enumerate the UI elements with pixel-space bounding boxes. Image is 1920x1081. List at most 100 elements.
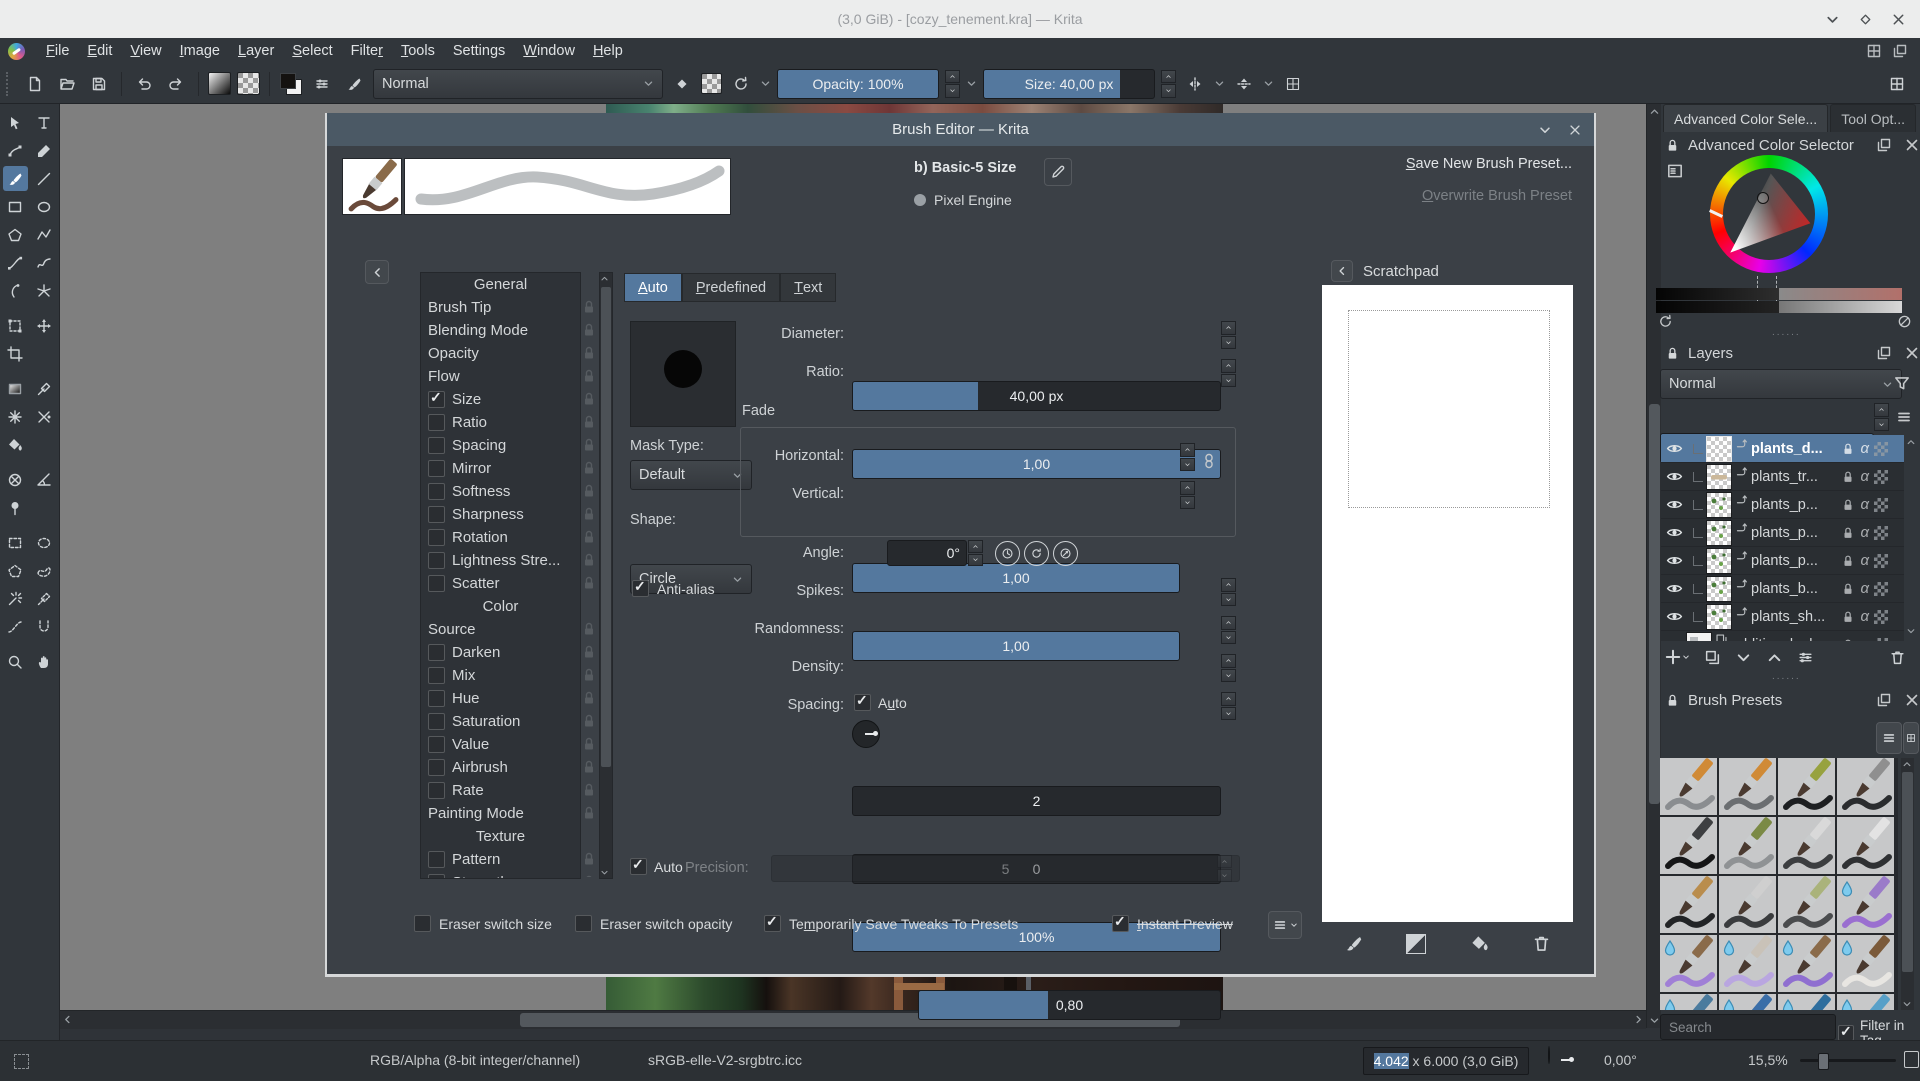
option-checkbox[interactable] bbox=[428, 851, 445, 868]
option-spacing[interactable]: Spacing bbox=[421, 434, 580, 457]
brush-preset-cell[interactable] bbox=[1719, 817, 1776, 874]
shade-strip-1[interactable] bbox=[1656, 288, 1902, 300]
brush-preset-cell[interactable] bbox=[1778, 935, 1835, 992]
option-mirror[interactable]: Mirror bbox=[421, 457, 580, 480]
filter-in-tag-checkbox[interactable] bbox=[1838, 1023, 1854, 1041]
layer-visibility-icon[interactable] bbox=[1666, 636, 1683, 641]
option-general[interactable]: General bbox=[421, 273, 580, 448]
acs-settings-icon[interactable] bbox=[1666, 162, 1684, 180]
option-checkbox[interactable] bbox=[428, 874, 445, 878]
layer-lock-icon[interactable] bbox=[1841, 582, 1855, 596]
minimize-icon[interactable] bbox=[1825, 12, 1840, 27]
horizontal-fade-slider[interactable]: 1,00 bbox=[852, 563, 1180, 593]
option-darken[interactable]: Darken bbox=[421, 641, 580, 664]
freehand-brush-tool[interactable] bbox=[2, 166, 28, 191]
reload-preset-button[interactable] bbox=[728, 71, 754, 97]
layer-row[interactable]: plants_sh... α bbox=[1661, 603, 1904, 631]
assistants-tool[interactable] bbox=[3, 467, 28, 492]
eraser-switch-size-row[interactable]: Eraser switch size bbox=[414, 915, 552, 932]
layer-lock-icon[interactable] bbox=[1841, 442, 1855, 456]
layer-alpha-icon[interactable]: α bbox=[1860, 552, 1869, 569]
layer-lock-icon[interactable] bbox=[1841, 526, 1855, 540]
hide-dockers-icon[interactable] bbox=[1866, 43, 1882, 59]
layer-alpha-channel-icon[interactable] bbox=[1874, 497, 1888, 512]
option-sharpness[interactable]: Sharpness bbox=[421, 503, 580, 526]
tab-predefined[interactable]: Predefined bbox=[681, 273, 781, 302]
undo-button[interactable] bbox=[131, 71, 157, 97]
instant-preview-checkbox[interactable] bbox=[1112, 913, 1129, 932]
layer-lock-icon[interactable] bbox=[1841, 638, 1855, 642]
brush-preset-cell[interactable] bbox=[1660, 994, 1717, 1010]
menu-window[interactable]: Window bbox=[514, 40, 584, 62]
float-docker-icon[interactable] bbox=[1876, 345, 1892, 361]
option-hue[interactable]: Hue bbox=[421, 687, 580, 710]
vertical-fade-slider[interactable]: 1,00 bbox=[852, 631, 1180, 661]
calligraphy-tool[interactable] bbox=[32, 138, 57, 163]
collapse-panel-button[interactable] bbox=[365, 260, 389, 284]
menu-edit[interactable]: Edit bbox=[78, 40, 121, 62]
save-button[interactable] bbox=[86, 71, 112, 97]
line-tool[interactable] bbox=[32, 166, 57, 191]
menu-filter[interactable]: Filter bbox=[342, 40, 392, 62]
size-spinner[interactable] bbox=[1161, 69, 1176, 98]
close-dialog-icon[interactable] bbox=[1568, 123, 1582, 137]
layer-lock-icon[interactable] bbox=[1841, 498, 1855, 512]
layer-alpha-channel-icon[interactable] bbox=[1874, 469, 1888, 484]
layer-filter-funnel-icon[interactable] bbox=[1893, 374, 1911, 392]
pattern-chooser[interactable] bbox=[237, 72, 260, 95]
menu-settings[interactable]: Settings bbox=[444, 40, 514, 62]
option-checkbox[interactable] bbox=[428, 713, 445, 730]
zoom-slider[interactable] bbox=[1800, 1053, 1896, 1070]
horizontal-spinner[interactable] bbox=[1180, 443, 1195, 471]
polyline-tool[interactable] bbox=[32, 222, 57, 247]
rectangle-tool[interactable] bbox=[3, 194, 28, 219]
colorize-mask-tool[interactable] bbox=[32, 404, 57, 429]
brush-preset-cell[interactable] bbox=[1837, 994, 1894, 1010]
menu-layer[interactable]: Layer bbox=[229, 40, 283, 62]
maximize-icon[interactable] bbox=[1858, 12, 1873, 27]
option-size[interactable]: Size bbox=[421, 388, 580, 411]
move-layer-up-button[interactable] bbox=[1766, 649, 1783, 666]
option-scatter[interactable]: Scatter bbox=[421, 572, 580, 595]
close-docker-icon[interactable] bbox=[1904, 692, 1920, 708]
brush-options-list[interactable]: General Brush Tip Blending Mode Opacity Flow… bbox=[420, 272, 581, 879]
spacing-spinner[interactable] bbox=[1221, 692, 1236, 720]
close-docker-icon[interactable] bbox=[1904, 137, 1920, 153]
option-mix[interactable]: Mix bbox=[421, 664, 580, 687]
option-texture[interactable]: Texture bbox=[421, 825, 580, 848]
option-value[interactable]: Value bbox=[421, 733, 580, 756]
instant-preview-row[interactable]: Instant Preview bbox=[1112, 913, 1233, 932]
smart-patch-tool[interactable] bbox=[3, 404, 28, 429]
eraser-switch-opacity-checkbox[interactable] bbox=[575, 915, 592, 932]
option-checkbox[interactable] bbox=[428, 414, 445, 431]
save-tweaks-checkbox[interactable] bbox=[764, 913, 781, 932]
preserve-alpha-button[interactable] bbox=[701, 73, 722, 94]
brush-preset-cell[interactable] bbox=[1660, 758, 1717, 815]
delete-layer-button[interactable] bbox=[1889, 649, 1906, 666]
layer-alpha-icon[interactable]: α bbox=[1860, 496, 1869, 513]
select-shapes-tool[interactable] bbox=[3, 110, 28, 135]
layer-row[interactable]: plants_p... α bbox=[1661, 519, 1904, 547]
reference-images-tool[interactable] bbox=[3, 495, 28, 520]
option-softness[interactable]: Softness bbox=[421, 480, 580, 503]
brush-preset-cell[interactable] bbox=[1660, 876, 1717, 933]
chevron-down-icon[interactable] bbox=[1214, 78, 1225, 89]
window-layout-icon[interactable] bbox=[1892, 43, 1908, 59]
option-ratio[interactable]: Ratio bbox=[421, 411, 580, 434]
option-rotation[interactable]: Rotation bbox=[421, 526, 580, 549]
shade-dialog-icon[interactable] bbox=[1538, 123, 1552, 137]
text-tool[interactable] bbox=[32, 110, 57, 135]
redo-button[interactable] bbox=[163, 71, 189, 97]
edit-shapes-tool[interactable] bbox=[3, 138, 28, 163]
option-painting-mode[interactable]: Painting Mode bbox=[421, 802, 580, 825]
docker-splitter[interactable]: ...... bbox=[1772, 671, 1801, 682]
fg-bg-colors[interactable] bbox=[279, 72, 303, 96]
option-checkbox[interactable] bbox=[428, 529, 445, 546]
randomness-spinner[interactable] bbox=[1221, 616, 1236, 644]
brush-preset-cell[interactable] bbox=[1837, 876, 1894, 933]
menu-select[interactable]: Select bbox=[283, 40, 341, 62]
layer-alpha-channel-icon[interactable] bbox=[1874, 609, 1888, 624]
layer-alpha-channel-icon[interactable] bbox=[1874, 637, 1888, 641]
dynamic-brush-tool[interactable] bbox=[3, 278, 28, 303]
chevron-down-icon[interactable] bbox=[1263, 78, 1274, 89]
